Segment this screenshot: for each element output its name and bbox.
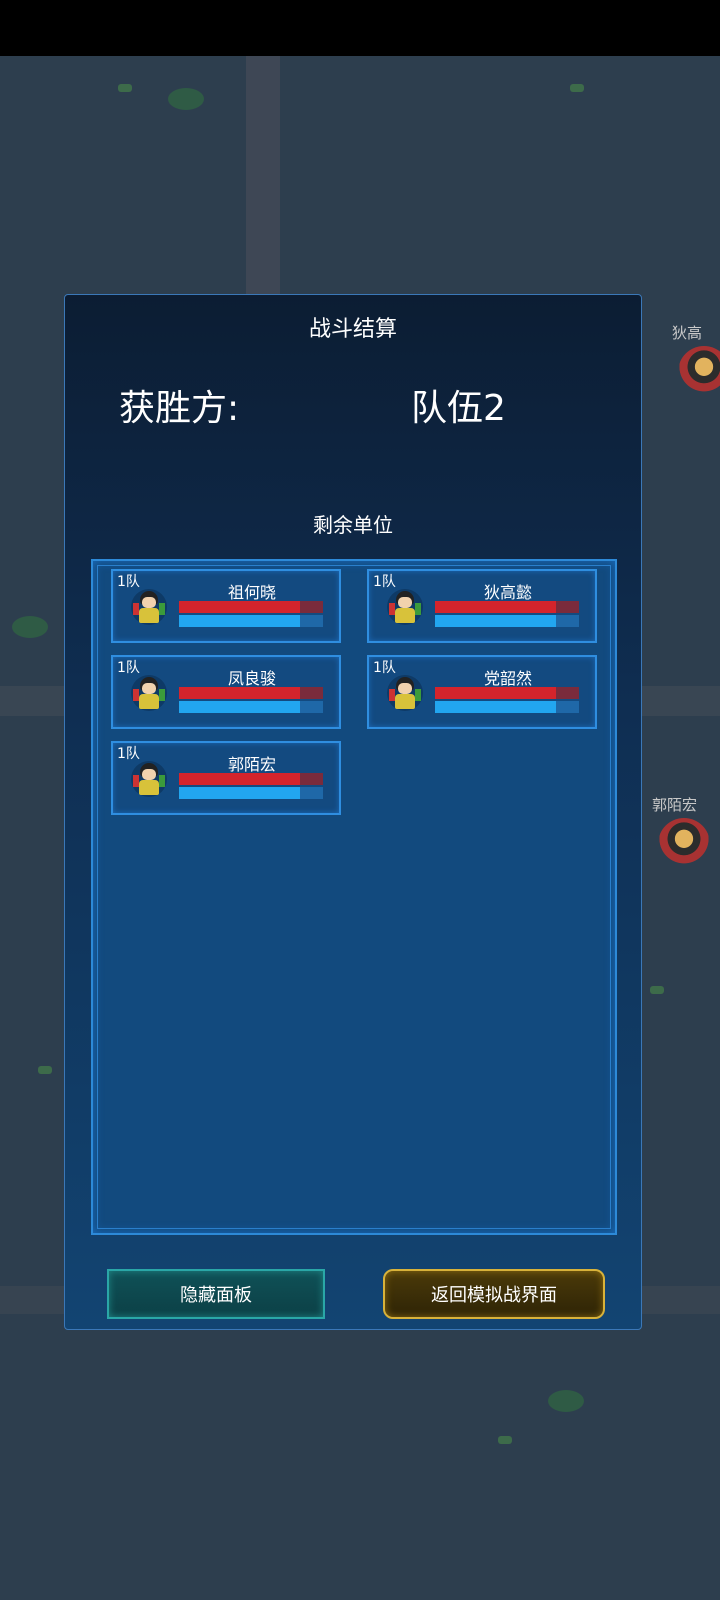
unit-name: 祖何晓 <box>227 583 276 602</box>
unit-card[interactable]: 1队 党韶然 <box>367 655 597 729</box>
unit-card[interactable]: 1队 狄高懿 <box>367 569 597 643</box>
mp-bar <box>435 615 579 627</box>
unit-avatar-icon <box>131 761 167 797</box>
mp-fill <box>435 615 556 627</box>
bush-decoration <box>12 616 48 638</box>
unit-avatar-icon <box>131 589 167 625</box>
return-simulation-button[interactable]: 返回模拟战界面 <box>383 1269 605 1319</box>
mp-fill <box>179 615 300 627</box>
mp-fill <box>179 787 300 799</box>
hp-fill <box>179 773 300 785</box>
map-unit-label: 郭陌宏 <box>652 796 698 814</box>
hp-bar <box>435 601 579 613</box>
mp-fill <box>435 701 556 713</box>
unit-avatar-icon <box>387 589 423 625</box>
grass-decoration <box>118 84 132 92</box>
mp-bar <box>179 787 323 799</box>
hp-fill <box>435 687 556 699</box>
panel-title: 战斗结算 <box>308 317 397 342</box>
map-path <box>246 56 280 296</box>
bush-decoration <box>548 1390 584 1412</box>
grass-decoration <box>570 84 584 92</box>
unit-team-label: 1队 <box>373 574 396 590</box>
unit-name: 党韶然 <box>483 669 532 688</box>
mp-bar <box>179 615 323 627</box>
winner-value: 队伍2 <box>411 388 506 429</box>
unit-team-label: 1队 <box>373 660 396 676</box>
unit-name: 郭陌宏 <box>227 755 276 774</box>
bush-decoration <box>168 88 204 110</box>
hp-bar <box>179 773 323 785</box>
unit-card[interactable]: 1队 凤良骏 <box>111 655 341 729</box>
unit-name: 凤良骏 <box>227 669 276 688</box>
unit-team-label: 1队 <box>117 660 140 676</box>
map-unit[interactable]: 郭陌宏 <box>652 794 712 870</box>
mp-bar <box>435 701 579 713</box>
hp-fill <box>435 601 556 613</box>
remaining-units-title: 剩余单位 <box>313 513 393 537</box>
unit-avatar-icon <box>387 675 423 711</box>
grass-decoration <box>650 986 664 994</box>
unit-card[interactable]: 1队 郭陌宏 <box>111 741 341 815</box>
map-unit-label: 狄高 <box>672 324 703 342</box>
hp-fill <box>179 601 300 613</box>
status-bar <box>0 0 720 56</box>
winner-label: 获胜方: <box>119 388 240 429</box>
hp-bar <box>179 601 323 613</box>
unit-name: 狄高懿 <box>483 583 532 602</box>
remaining-units-list[interactable]: 1队 祖何晓 1队 狄高懿 1队 凤良骏 1队 党韶然 1队 郭陌宏 <box>91 559 617 1235</box>
mp-fill <box>179 701 300 713</box>
map-unit[interactable]: 狄高 <box>672 322 720 398</box>
hide-panel-button[interactable]: 隐藏面板 <box>107 1269 325 1319</box>
unit-team-label: 1队 <box>117 574 140 590</box>
mp-bar <box>179 701 323 713</box>
unit-sprite-icon <box>678 346 720 398</box>
grass-decoration <box>498 1436 512 1444</box>
hp-bar <box>435 687 579 699</box>
unit-sprite-icon <box>658 818 710 870</box>
battle-result-panel: 战斗结算 获胜方: 队伍2 剩余单位 1队 祖何晓 1队 狄高懿 1队 凤良骏 <box>64 294 642 1330</box>
hp-fill <box>179 687 300 699</box>
hp-bar <box>179 687 323 699</box>
unit-team-label: 1队 <box>117 746 140 762</box>
grass-decoration <box>38 1066 52 1074</box>
unit-card[interactable]: 1队 祖何晓 <box>111 569 341 643</box>
unit-avatar-icon <box>131 675 167 711</box>
